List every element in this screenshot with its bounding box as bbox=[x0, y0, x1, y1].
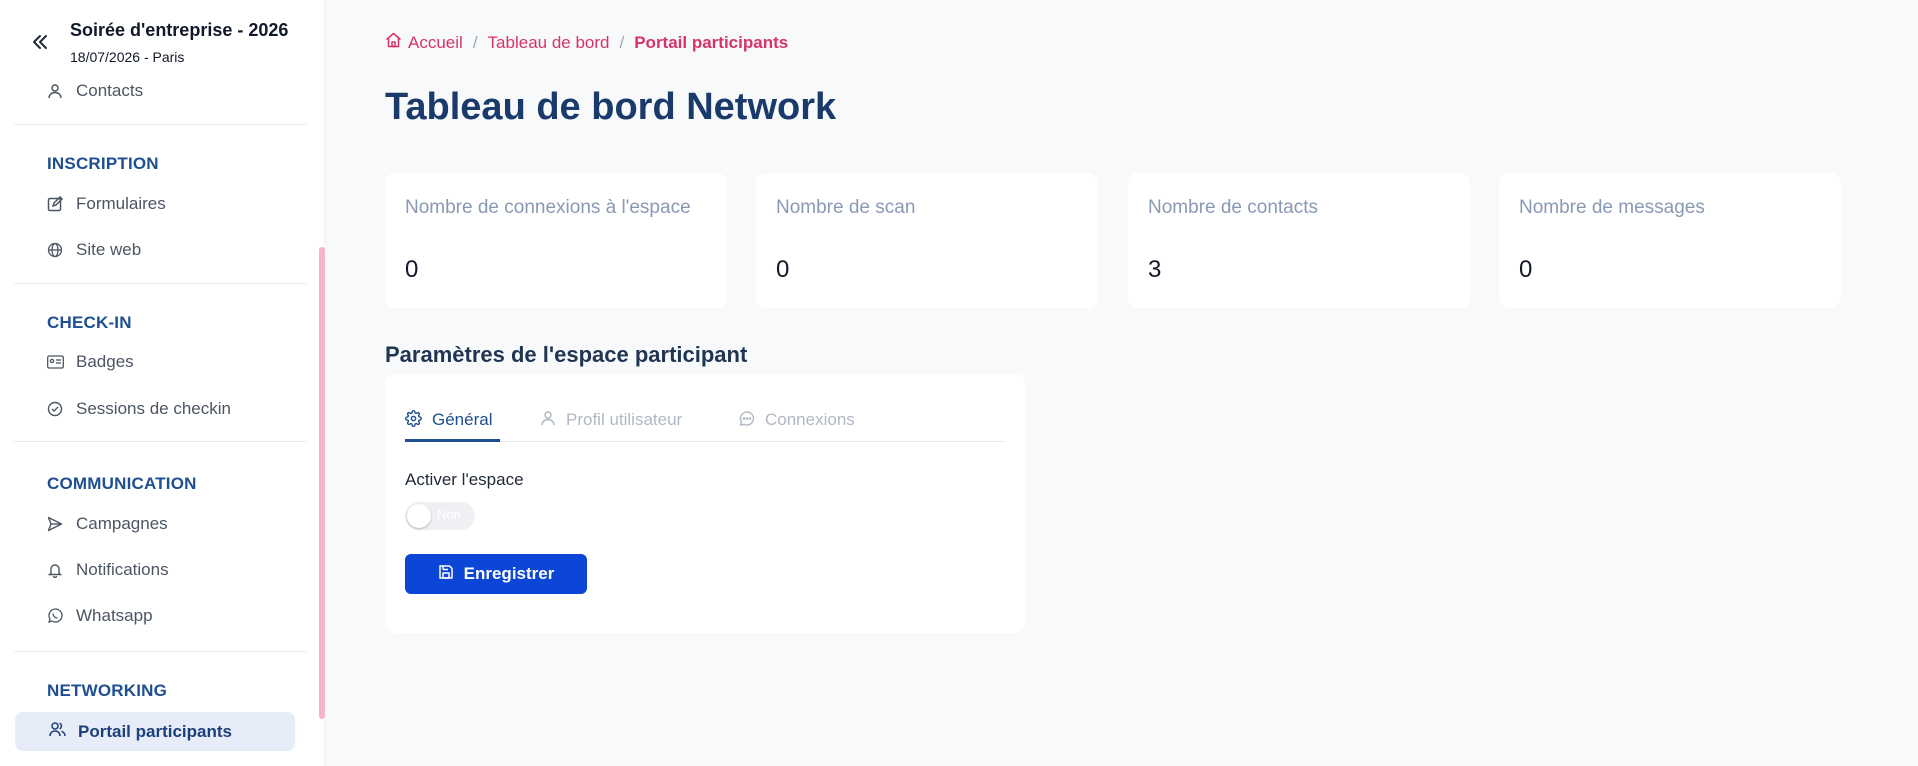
sidebar-item-portail-participants[interactable]: Portail participants bbox=[15, 712, 295, 751]
sidebar-item-whatsapp[interactable]: Whatsapp bbox=[46, 603, 153, 629]
tab-connexions[interactable]: Connexions bbox=[738, 404, 855, 442]
sidebar-item-label: Notifications bbox=[76, 560, 169, 579]
whatsapp-icon bbox=[46, 607, 64, 625]
tab-label: Connexions bbox=[765, 410, 855, 429]
sidebar-item-label: Contacts bbox=[76, 81, 144, 100]
stat-value: 0 bbox=[776, 256, 790, 283]
stat-card-contacts: Nombre de contacts bbox=[1128, 173, 1470, 308]
sidebar-item-contacts[interactable]: Contacts bbox=[46, 78, 143, 104]
activate-space-label: Activer l'espace bbox=[405, 470, 524, 489]
sidebar-item-formulaires[interactable]: Formulaires bbox=[46, 191, 166, 217]
toggle-state: Non bbox=[437, 507, 461, 522]
toggle-knob bbox=[407, 504, 431, 528]
settings-panel: Général Profil utilisateur Connexions Ac… bbox=[385, 374, 1025, 633]
breadcrumb-home-label: Accueil bbox=[408, 32, 463, 52]
send-icon bbox=[46, 515, 64, 533]
sidebar-item-badges[interactable]: Badges bbox=[46, 349, 134, 375]
stat-label: Nombre de messages bbox=[1519, 197, 1705, 218]
globe-icon bbox=[46, 241, 64, 259]
tab-label: Profil utilisateur bbox=[566, 410, 683, 429]
breadcrumb: Accueil / Tableau de bord / Portail part… bbox=[385, 32, 788, 53]
stat-card-messages: Nombre de messages bbox=[1499, 173, 1841, 308]
stat-card-scan: Nombre de scan bbox=[756, 173, 1098, 308]
save-button-label: Enregistrer bbox=[463, 564, 555, 583]
settings-title: Paramètres de l'espace participant bbox=[385, 342, 748, 367]
tab-label: Général bbox=[432, 410, 493, 429]
stat-value: 0 bbox=[1519, 256, 1533, 283]
sidebar-item-sessions-checkin[interactable]: Sessions de checkin bbox=[46, 396, 231, 422]
breadcrumb-separator: / bbox=[619, 32, 625, 52]
tab-general[interactable]: Général bbox=[405, 404, 500, 442]
sidebar-item-notifications[interactable]: Notifications bbox=[46, 557, 169, 583]
section-checkin: CHECK-IN bbox=[47, 313, 132, 332]
stat-label: Nombre de connexions à l'espace bbox=[405, 197, 691, 218]
home-icon bbox=[385, 32, 402, 53]
chat-icon bbox=[738, 410, 755, 432]
badge-icon bbox=[46, 353, 64, 371]
users-icon bbox=[49, 721, 66, 742]
breadcrumb-dashboard[interactable]: Tableau de bord bbox=[488, 33, 610, 53]
sidebar-item-label: Formulaires bbox=[76, 194, 166, 213]
sidebar-divider bbox=[14, 124, 307, 125]
bell-icon bbox=[46, 561, 64, 579]
section-inscription: INSCRIPTION bbox=[47, 154, 159, 173]
check-circle-icon bbox=[46, 400, 64, 418]
stat-label: Nombre de contacts bbox=[1148, 197, 1319, 218]
event-title: Soirée d'entreprise - 2026 bbox=[70, 20, 289, 40]
stat-label: Nombre de scan bbox=[776, 197, 916, 218]
stat-card-connexions: Nombre de connexions à l'espace bbox=[385, 173, 727, 308]
save-button[interactable]: Enregistrer bbox=[405, 554, 587, 594]
breadcrumb-separator: / bbox=[472, 32, 478, 52]
sidebar-item-label: Badges bbox=[76, 352, 134, 371]
sidebar-divider bbox=[14, 651, 307, 652]
sidebar-divider bbox=[14, 441, 307, 442]
user-icon bbox=[46, 82, 64, 100]
section-communication: COMMUNICATION bbox=[47, 474, 197, 493]
stat-value: 3 bbox=[1148, 256, 1162, 283]
sidebar-scrollbar[interactable] bbox=[319, 247, 325, 719]
sidebar: Soirée d'entreprise - 2026 18/07/2026 - … bbox=[0, 0, 325, 766]
collapse-sidebar-icon[interactable] bbox=[28, 30, 52, 54]
sidebar-divider bbox=[14, 283, 307, 284]
sidebar-item-campagnes[interactable]: Campagnes bbox=[46, 511, 168, 537]
sidebar-item-label: Portail participants bbox=[78, 721, 232, 741]
sidebar-item-site-web[interactable]: Site web bbox=[46, 237, 141, 263]
tab-profil-utilisateur[interactable]: Profil utilisateur bbox=[540, 404, 682, 442]
edit-icon bbox=[46, 195, 64, 213]
stat-value: 0 bbox=[405, 256, 419, 283]
save-icon bbox=[438, 564, 454, 585]
page-title: Tableau de bord Network bbox=[385, 86, 837, 128]
user-icon bbox=[540, 410, 556, 431]
settings-tabs: Général Profil utilisateur Connexions bbox=[405, 404, 1005, 442]
sidebar-item-label: Whatsapp bbox=[76, 606, 153, 625]
sidebar-item-label: Sessions de checkin bbox=[76, 399, 231, 418]
activate-space-toggle[interactable]: Non bbox=[405, 502, 475, 530]
gear-icon bbox=[405, 410, 422, 432]
sidebar-item-label: Site web bbox=[76, 240, 142, 259]
section-networking: NETWORKING bbox=[47, 681, 168, 700]
breadcrumb-current: Portail participants bbox=[634, 32, 789, 52]
sidebar-item-label: Campagnes bbox=[76, 514, 168, 533]
breadcrumb-home[interactable]: Accueil bbox=[385, 32, 463, 53]
event-subtitle: 18/07/2026 - Paris bbox=[70, 49, 185, 65]
